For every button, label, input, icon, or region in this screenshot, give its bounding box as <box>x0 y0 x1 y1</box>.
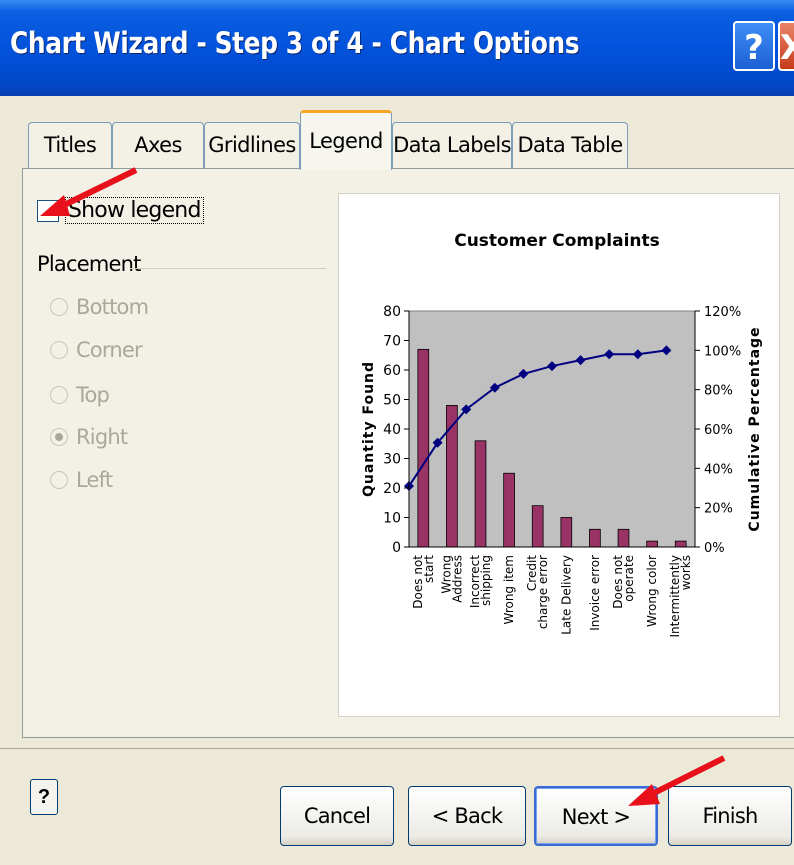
placement-top-option[interactable]: Top <box>50 380 110 410</box>
show-legend-label[interactable]: Show legend <box>65 197 204 224</box>
y-tick-label: 80 <box>383 304 401 320</box>
y2-axis-label: Cumulative Percentage <box>747 326 763 531</box>
bar <box>589 528 601 548</box>
y-tick-label: 60 <box>383 363 401 379</box>
y-tick-label: 30 <box>383 452 401 468</box>
cancel-button[interactable]: Cancel <box>280 786 394 846</box>
placement-right-option[interactable]: Right <box>50 422 128 452</box>
back-button[interactable]: < Back <box>408 786 526 846</box>
bar <box>560 517 573 548</box>
tab-axes[interactable]: Axes <box>112 122 204 168</box>
radio-left-label: Left <box>76 468 113 492</box>
y2-tick-label: 120% <box>704 305 741 320</box>
y2-tick-label: 20% <box>704 502 733 517</box>
x-tick-label: Wrong item <box>502 555 516 625</box>
bar <box>417 348 430 548</box>
tab-data-table[interactable]: Data Table <box>512 122 628 168</box>
x-tick-label: operate <box>622 555 636 602</box>
chart-wizard-dialog: Chart Wizard - Step 3 of 4 - Chart Optio… <box>0 0 794 865</box>
tab-titles[interactable]: Titles <box>28 122 112 168</box>
x-tick-label: shipping <box>479 555 493 606</box>
radio-corner-label: Corner <box>76 338 143 362</box>
radio-bottom[interactable] <box>50 298 68 316</box>
radio-right[interactable] <box>50 428 68 446</box>
y-tick-label: 50 <box>383 393 401 409</box>
placement-corner-option[interactable]: Corner <box>50 335 143 365</box>
bar <box>674 540 687 548</box>
chart-preview: Customer Complaints 0 10 20 30 40 50 60 70 80 0% 20… <box>338 193 780 717</box>
x-tick-label: charge error <box>536 555 550 629</box>
radio-left[interactable] <box>50 471 68 489</box>
show-legend-checkbox[interactable] <box>37 200 59 222</box>
placement-left-option[interactable]: Left <box>50 465 113 495</box>
y-tick-label: 40 <box>383 422 401 438</box>
placement-group-divider <box>130 268 326 269</box>
x-tick-label: Invoice error <box>588 555 602 631</box>
y-tick-label: 10 <box>383 511 401 527</box>
help-button[interactable]: ? <box>30 779 58 815</box>
x-tick-label: start <box>422 555 436 583</box>
y2-tick-label: 0% <box>704 541 725 556</box>
y2-tick-label: 100% <box>704 344 741 359</box>
footer-divider <box>0 748 794 749</box>
radio-top[interactable] <box>50 386 68 404</box>
bar <box>646 540 658 548</box>
y2-tick-label: 40% <box>704 462 733 477</box>
chart-title: Customer Complaints <box>454 231 660 251</box>
x-tick-label: Wrong color <box>645 555 659 627</box>
window-title: Chart Wizard - Step 3 of 4 - Chart Optio… <box>10 26 580 60</box>
radio-top-label: Top <box>76 383 110 407</box>
radio-corner[interactable] <box>50 341 68 359</box>
chart-svg: Customer Complaints 0 10 20 30 40 50 60 70 80 0% 20… <box>361 231 763 638</box>
y-axis-label: Quantity Found <box>361 361 377 497</box>
tab-gridlines[interactable]: Gridlines <box>204 122 300 168</box>
y-tick-label: 20 <box>383 481 401 497</box>
x-tick-label: Late Delivery <box>559 555 573 635</box>
radio-right-label: Right <box>76 425 128 449</box>
y-tick-label: 70 <box>383 334 401 350</box>
y2-tick-label: 60% <box>704 423 733 438</box>
help-title-button[interactable]: ? <box>733 21 775 71</box>
radio-bottom-label: Bottom <box>76 295 149 319</box>
x-tick-label: works <box>679 555 693 590</box>
bar <box>531 505 544 548</box>
tab-legend[interactable]: Legend <box>300 110 392 170</box>
bar <box>474 440 487 548</box>
x-tick-label: Address <box>450 555 464 603</box>
tab-data-labels[interactable]: Data Labels <box>392 122 512 168</box>
title-bar[interactable]: Chart Wizard - Step 3 of 4 - Chart Optio… <box>0 0 794 96</box>
placement-bottom-option[interactable]: Bottom <box>50 292 149 322</box>
finish-button[interactable]: Finish <box>668 786 792 846</box>
next-button[interactable]: Next > <box>534 786 658 846</box>
close-button[interactable]: X <box>778 21 794 71</box>
bar <box>503 472 515 548</box>
placement-group-label: Placement <box>37 252 141 276</box>
y-tick-label: 0 <box>392 540 401 556</box>
bar <box>617 528 630 548</box>
y2-tick-label: 80% <box>704 384 733 399</box>
